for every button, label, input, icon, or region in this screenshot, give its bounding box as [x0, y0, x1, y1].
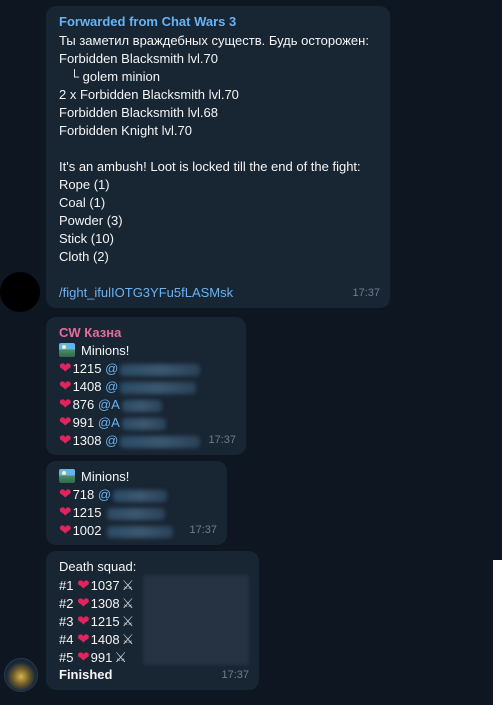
hp-value: 991: [72, 415, 95, 430]
crossed-swords-icon: ⚔: [121, 595, 135, 611]
message-line: Coal (1): [59, 195, 106, 210]
minion-row: ❤1215: [59, 504, 214, 522]
heart-icon: ❤: [59, 378, 72, 395]
hp-value: 991: [90, 650, 113, 665]
hp-value: 1308: [72, 433, 102, 448]
hp-value: 1215: [72, 505, 102, 520]
heart-icon: ❤: [59, 360, 72, 377]
white-edge: [493, 560, 502, 705]
forwarded-from-label[interactable]: Forwarded from Chat Wars 3: [59, 13, 377, 31]
minions-title-row: Minions!: [59, 468, 214, 486]
hp-value: 1215: [72, 361, 102, 376]
redacted-username: [120, 435, 201, 448]
sender-avatar[interactable]: [0, 272, 40, 312]
hp-value: 1037: [90, 578, 120, 593]
mention-link[interactable]: @: [98, 487, 111, 502]
minion-row: ❤1308 @: [59, 432, 233, 450]
redacted-username: [120, 381, 197, 394]
message-line: [59, 140, 377, 158]
heart-icon: ❤: [77, 577, 90, 594]
bot-avatar[interactable]: [4, 658, 38, 692]
heart-icon: ❤: [59, 432, 72, 449]
mention-link[interactable]: @: [105, 379, 118, 394]
minion-row: ❤1408 @: [59, 378, 233, 396]
minion-row: ❤718 @: [59, 486, 214, 504]
hp-value: 1002: [72, 523, 102, 538]
redacted-username: [120, 363, 201, 376]
message-line: Ты заметил враждебных существ. Будь осто…: [59, 33, 369, 48]
heart-icon: ❤: [77, 595, 90, 612]
heart-icon: ❤: [77, 649, 90, 666]
message-bubble-minions: CW Казна Minions! ❤1215 @ ❤1408 @ ❤876 @…: [46, 317, 246, 455]
hp-value: 876: [72, 397, 95, 412]
redacted-names-panel: [143, 575, 249, 665]
finished-label: Finished: [59, 667, 113, 682]
message-line: └ golem minion: [59, 69, 160, 84]
message-line: Stick (10): [59, 231, 114, 246]
message-line: 2 x Forbidden Blacksmith lvl.70: [59, 87, 239, 102]
minions-title: Minions!: [81, 343, 130, 358]
redacted-username: [107, 525, 174, 538]
minions-title-row: Minions!: [59, 342, 233, 360]
hp-value: 1215: [90, 614, 120, 629]
hp-value: 1308: [90, 596, 120, 611]
message-line: It's an ambush! Loot is locked till the …: [59, 159, 361, 174]
redacted-username: [113, 489, 168, 502]
message-time: 17:37: [208, 434, 236, 446]
message-time: 17:37: [221, 669, 249, 681]
redacted-username: [121, 417, 166, 430]
crossed-swords-icon: ⚔: [121, 577, 135, 593]
hp-value: 718: [72, 487, 95, 502]
mention-link[interactable]: @A: [98, 415, 120, 430]
heart-icon: ❤: [77, 613, 90, 630]
rank-label: #1: [59, 578, 74, 593]
sender-name[interactable]: CW Казна: [59, 324, 233, 342]
rank-label: #2: [59, 596, 74, 611]
message-line: Forbidden Blacksmith lvl.70: [59, 51, 218, 66]
mention-link[interactable]: @: [105, 361, 118, 376]
heart-icon: ❤: [59, 396, 72, 413]
heart-icon: ❤: [59, 486, 72, 503]
message-line: Powder (3): [59, 213, 123, 228]
message-bubble-minions: Minions! ❤718 @ ❤1215 ❤1002 17:37: [46, 461, 227, 545]
crossed-swords-icon: ⚔: [114, 649, 127, 665]
hp-value: 1408: [90, 632, 120, 647]
message-line: Forbidden Blacksmith lvl.68: [59, 105, 218, 120]
message-line: Forbidden Knight lvl.70: [59, 123, 192, 138]
redacted-username: [107, 507, 166, 520]
minion-row: ❤876 @A: [59, 396, 233, 414]
mention-link[interactable]: @A: [98, 397, 120, 412]
minion-row: ❤991 @A: [59, 414, 233, 432]
minion-row: ❤1215 @: [59, 360, 233, 378]
heart-icon: ❤: [77, 631, 90, 648]
crossed-swords-icon: ⚔: [121, 631, 135, 647]
message-time: 17:37: [352, 287, 380, 299]
hp-value: 1408: [72, 379, 102, 394]
heart-icon: ❤: [59, 414, 72, 431]
crossed-swords-icon: ⚔: [121, 613, 135, 629]
landscape-icon: [59, 469, 75, 483]
landscape-icon: [59, 343, 75, 357]
heart-icon: ❤: [59, 504, 72, 521]
rank-label: #3: [59, 614, 74, 629]
mention-link[interactable]: @: [105, 433, 118, 448]
message-line: Cloth (2): [59, 249, 109, 264]
heart-icon: ❤: [59, 522, 72, 539]
message-bubble-forwarded: Forwarded from Chat Wars 3 Ты заметил вр…: [46, 6, 390, 308]
death-squad-title: Death squad:: [59, 559, 137, 574]
redacted-username: [121, 399, 162, 412]
rank-label: #5: [59, 650, 74, 665]
fight-command-link[interactable]: /fight_ifulIOTG3YFu5fLASMsk: [59, 284, 377, 302]
minions-title: Minions!: [81, 469, 130, 484]
rank-label: #4: [59, 632, 74, 647]
message-time: 17:37: [189, 524, 217, 536]
message-line: Rope (1): [59, 177, 110, 192]
